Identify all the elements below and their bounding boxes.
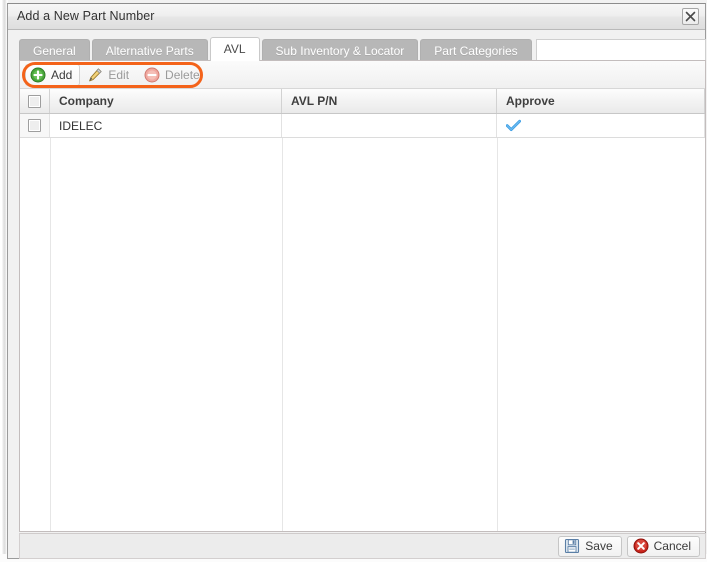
grid-header-row: Company AVL P/N Approve [20,89,705,114]
edit-button-label: Edit [108,67,130,82]
delete-button[interactable]: Delete [139,64,208,86]
cancel-button-label: Cancel [653,539,691,553]
grid-rule-3 [497,138,498,531]
cell-avl-pn [282,114,497,137]
pencil-icon [89,67,103,81]
grid-column-rules [20,138,705,531]
checkbox-unchecked-icon[interactable] [28,94,41,108]
blue-check-icon [506,119,521,131]
save-button[interactable]: Save [558,535,622,557]
dialog-footer: Save Cancel [19,533,706,559]
grid-rule-1 [50,138,51,531]
cell-approve [497,114,705,137]
tab-general-label: General [33,44,76,58]
tab-strip-filler [535,39,706,61]
avl-grid: Company AVL P/N Approve IDELEC [20,89,705,531]
tabs-row: General Alternative Parts AVL Sub Invent… [19,37,706,61]
red-x-circle-icon [633,538,649,554]
edit-button[interactable]: Edit [82,64,137,86]
tab-sub-inventory-locator-label: Sub Inventory & Locator [275,44,405,58]
cell-company: IDELEC [50,114,282,137]
table-row[interactable]: IDELEC [20,114,705,138]
tab-avl[interactable]: AVL [209,37,260,61]
column-header-avl-pn-label: AVL P/N [291,94,338,108]
tab-avl-label: AVL [223,42,246,56]
tab-part-categories-label: Part Categories [434,44,518,58]
dialog-title: Add a New Part Number [17,9,155,23]
tab-alternative-parts-label: Alternative Parts [105,44,194,58]
column-header-avl-pn[interactable]: AVL P/N [282,89,497,113]
tab-general[interactable]: General [19,39,90,61]
delete-button-label: Delete [165,67,200,82]
close-button[interactable] [682,8,699,25]
add-part-number-dialog: Add a New Part Number General Alternativ… [7,3,706,559]
tab-alternative-parts[interactable]: Alternative Parts [91,39,208,61]
column-header-company[interactable]: Company [50,89,282,113]
avl-tab-panel: Add Edit Delete Company AVL P/N Approve … [19,60,706,532]
tab-part-categories[interactable]: Part Categories [420,39,532,61]
column-header-approve-label: Approve [506,94,555,108]
column-header-approve[interactable]: Approve [497,89,705,113]
save-button-label: Save [585,539,613,553]
tab-strip: General Alternative Parts AVL Sub Invent… [19,37,706,61]
cell-company-value: IDELEC [59,118,103,133]
grid-rule-2 [282,138,283,531]
red-minus-circle-icon [144,67,160,82]
tab-sub-inventory-locator[interactable]: Sub Inventory & Locator [261,39,419,61]
grid-select-all-header[interactable] [20,89,50,113]
checkbox-unchecked-icon[interactable] [28,119,41,132]
dialog-titlebar: Add a New Part Number [8,4,705,30]
add-button[interactable]: Add [25,63,81,86]
cancel-button[interactable]: Cancel [626,535,700,557]
add-button-label: Add [51,67,73,82]
column-header-company-label: Company [59,94,114,108]
floppy-disk-icon [565,538,580,554]
grid-toolbar: Add Edit Delete [20,61,705,89]
green-plus-circle-icon [30,67,46,82]
close-x-icon [685,11,696,22]
row-select-checkbox-cell[interactable] [20,114,50,137]
